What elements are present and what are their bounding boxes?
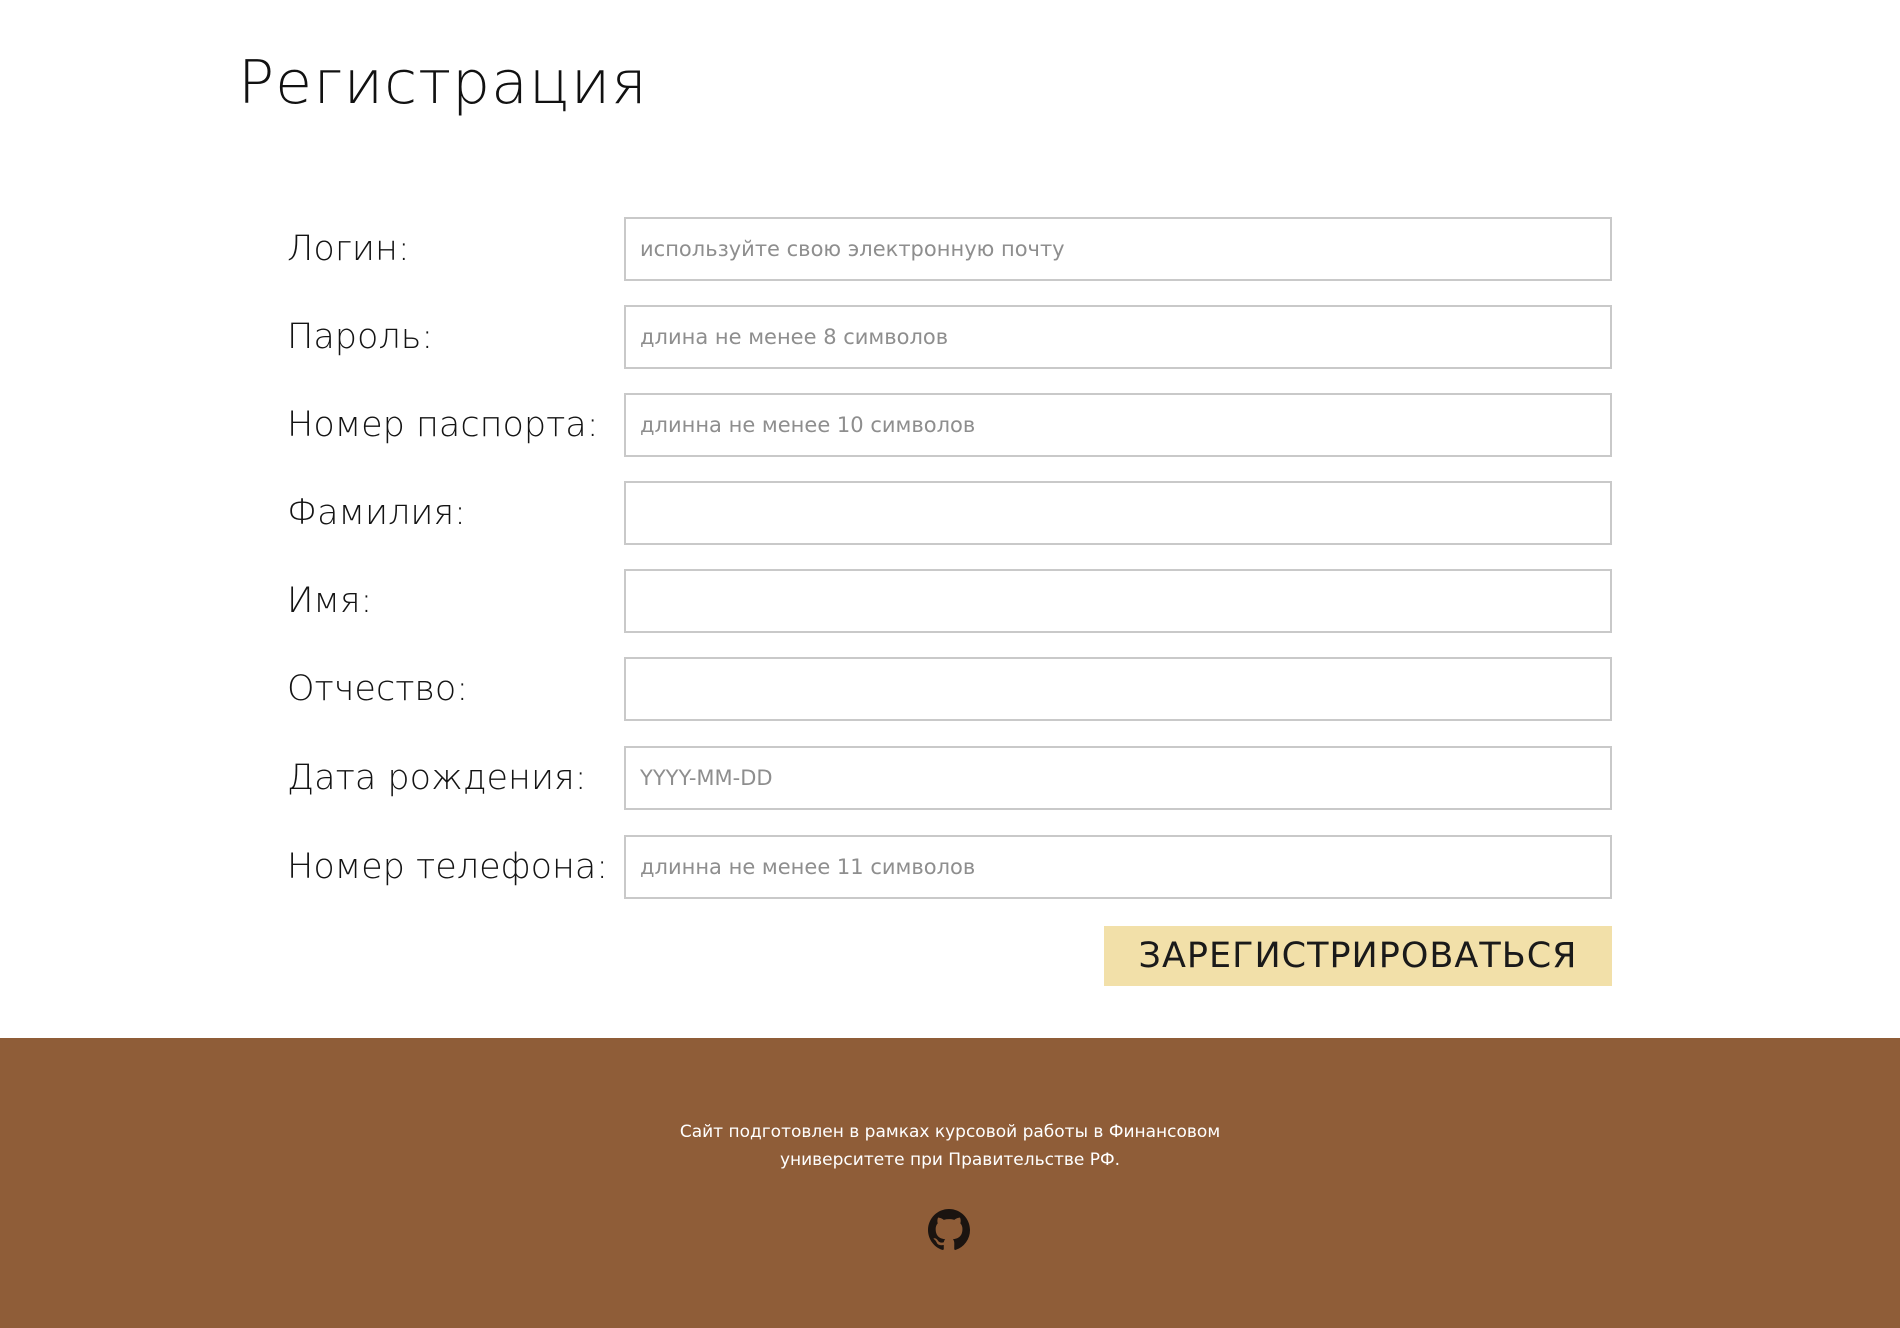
patronymic-row: Отчество: (287, 657, 1612, 721)
passport-number-row: Номер паспорта: (287, 393, 1612, 457)
first-name-row: Имя: (287, 569, 1612, 633)
patronymic-label: Отчество: (287, 669, 469, 709)
page-title: Регистрация (238, 48, 648, 118)
phone-number-label: Номер телефона: (287, 847, 609, 887)
surname-label: Фамилия: (287, 493, 466, 533)
footer-text: Сайт подготовлен в рамках курсовой работ… (0, 1118, 1900, 1174)
birth-date-label: Дата рождения: (287, 758, 587, 798)
first-name-label: Имя: (287, 581, 373, 621)
surname-input[interactable] (624, 481, 1612, 545)
patronymic-input[interactable] (624, 657, 1612, 721)
surname-row: Фамилия: (287, 481, 1612, 545)
passport-number-label: Номер паспорта: (287, 405, 599, 445)
login-row: Логин: (287, 217, 1612, 281)
birth-date-input[interactable] (624, 746, 1612, 810)
login-input[interactable] (624, 217, 1612, 281)
phone-number-input[interactable] (624, 835, 1612, 899)
password-row: Пароль: (287, 305, 1612, 369)
passport-number-input[interactable] (624, 393, 1612, 457)
footer: Сайт подготовлен в рамках курсовой работ… (0, 1038, 1900, 1328)
birth-date-row: Дата рождения: (287, 746, 1612, 810)
phone-number-row: Номер телефона: (287, 835, 1612, 899)
login-label: Логин: (287, 229, 410, 269)
register-button[interactable]: ЗАРЕГИСТРИРОВАТЬСЯ (1104, 926, 1612, 986)
footer-text-line-1: Сайт подготовлен в рамках курсовой работ… (679, 1122, 1221, 1142)
password-input[interactable] (624, 305, 1612, 369)
github-icon (928, 1209, 970, 1250)
footer-text-line-2: университете при Правительстве РФ. (779, 1150, 1121, 1170)
first-name-input[interactable] (624, 569, 1612, 633)
github-link[interactable] (928, 1209, 970, 1251)
password-label: Пароль: (287, 317, 434, 357)
